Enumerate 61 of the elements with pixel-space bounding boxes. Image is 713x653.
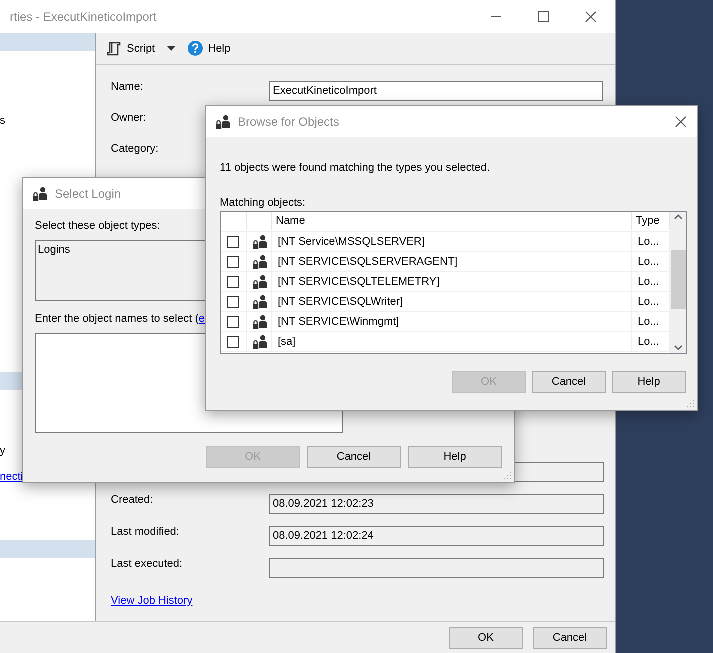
text-field[interactable]: 08.09.2021 12:02:24	[269, 526, 604, 546]
sidebar-text: s	[0, 114, 6, 129]
view-job-history-link[interactable]: View Job History	[111, 595, 193, 607]
row-checkbox[interactable]	[227, 296, 239, 308]
login-icon	[253, 314, 267, 328]
close-icon[interactable]	[585, 10, 597, 22]
row-checkbox[interactable]	[227, 256, 239, 268]
object-types-label: Select these object types:	[35, 220, 160, 232]
resize-grip-icon[interactable]	[503, 471, 512, 480]
ok-button[interactable]: OK	[449, 627, 523, 649]
name-cell: [NT SERVICE\SQLTELEMETRY]	[272, 272, 632, 291]
window-title: rties - ExecutKineticoImport	[10, 10, 157, 24]
login-icon	[253, 274, 267, 288]
field-label: Name:	[111, 81, 144, 93]
result-message: 11 objects were found matching the types you selected.	[220, 162, 490, 174]
dialog-title: Select Login	[55, 186, 122, 200]
field-label: Owner:	[111, 112, 146, 124]
login-icon	[253, 294, 267, 308]
object-names-label: Enter the object names to select (e	[35, 313, 205, 325]
field-label: Last modified:	[111, 526, 180, 538]
column-header[interactable]: Name	[272, 212, 632, 230]
dialog-title: Browse for Objects	[238, 114, 340, 128]
login-icon	[253, 234, 267, 248]
field-label: Category:	[111, 143, 159, 155]
name-cell: [NT Service\MSSQLSERVER]	[272, 232, 632, 251]
scroll-up-icon[interactable]	[674, 214, 682, 220]
scrollbar[interactable]	[670, 212, 686, 353]
cancel-button[interactable]: Cancel	[307, 446, 401, 468]
resize-grip-icon[interactable]	[686, 399, 695, 408]
name-cell: [NT SERVICE\Winmgmt]	[272, 312, 632, 331]
close-icon[interactable]	[675, 116, 687, 128]
examples-link[interactable]: e	[198, 313, 205, 325]
login-icon	[253, 254, 267, 268]
name-cell: [sa]	[272, 332, 632, 351]
help-button[interactable]: Help	[612, 371, 686, 393]
row-checkbox[interactable]	[227, 336, 239, 348]
field-label: Created:	[111, 494, 154, 506]
help-icon	[188, 41, 204, 56]
maximize-icon[interactable]	[538, 11, 549, 22]
login-icon	[33, 186, 47, 200]
caret-icon[interactable]	[167, 46, 176, 51]
name-cell: [NT SERVICE\SQLSERVERAGENT]	[272, 252, 632, 271]
name-cell: [NT SERVICE\SQLWriter]	[272, 292, 632, 311]
list-label: Matching objects:	[220, 197, 306, 209]
text-field[interactable]: 08.09.2021 12:02:23	[269, 494, 604, 514]
cancel-button[interactable]: Cancel	[533, 627, 607, 649]
help-button[interactable]: Help	[186, 39, 233, 58]
login-icon	[253, 334, 267, 348]
cancel-button[interactable]: Cancel	[532, 371, 606, 393]
row-checkbox[interactable]	[227, 316, 239, 328]
help-button[interactable]: Help	[408, 446, 502, 468]
login-icon	[216, 114, 230, 128]
script-button[interactable]: Script	[104, 38, 158, 58]
text-field[interactable]: ExecutKineticoImport	[269, 81, 603, 101]
script-icon	[106, 40, 122, 56]
field-label: Last executed:	[111, 558, 183, 570]
sidebar-text: y	[0, 444, 6, 459]
text-field[interactable]	[269, 558, 604, 578]
row-checkbox[interactable]	[227, 236, 239, 248]
row-checkbox[interactable]	[227, 276, 239, 288]
scroll-down-icon[interactable]	[674, 345, 682, 351]
